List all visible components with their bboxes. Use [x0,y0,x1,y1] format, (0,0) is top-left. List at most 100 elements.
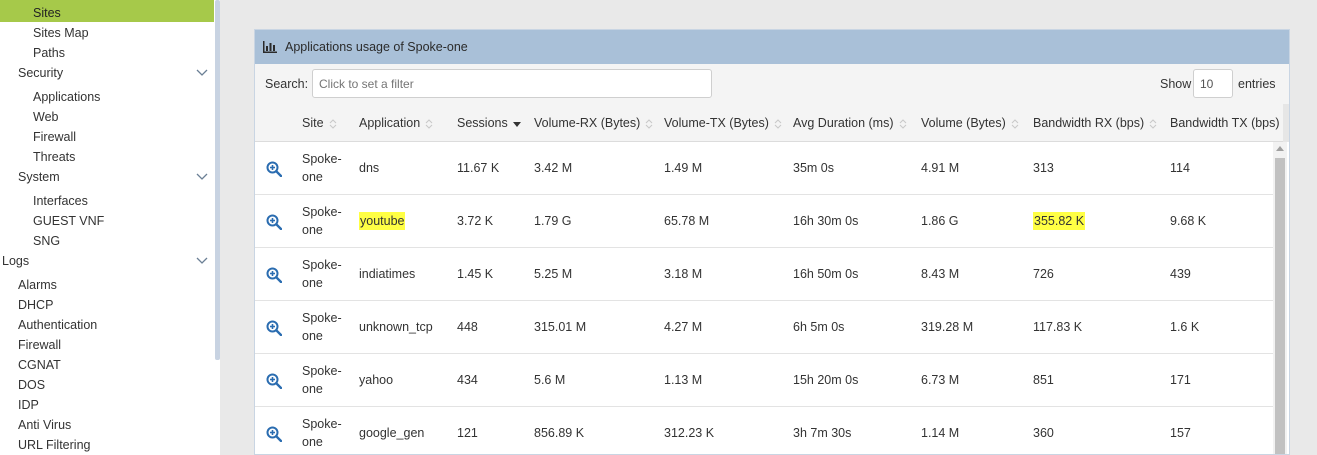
cell-value: 16h 30m 0s [793,214,859,228]
cell-value: Spoke-one [302,205,342,237]
cell-value: 439 [1170,267,1191,281]
zoom-in-icon[interactable] [266,320,282,336]
column-header-volume-tx[interactable]: Volume-TX (Bytes) [664,104,783,142]
cell-value: 6h 5m 0s [793,320,845,334]
scroll-up-arrow-icon[interactable] [1276,146,1284,151]
sidebar-item-sites[interactable]: Sites [0,0,214,22]
cell-value: Spoke-one [302,152,342,184]
table-row[interactable]: Spoke-one google_gen 121 856.89 K 312.23 K 3h… [255,407,1273,454]
table-row[interactable]: Spoke-one youtube 3.72 K 1.79 G 65.78 M 16h 3… [255,195,1273,248]
sort-both-icon[interactable] [1148,117,1158,131]
sort-both-icon[interactable] [644,117,654,131]
sort-both-icon[interactable] [1010,117,1020,131]
sidebar-item-interfaces[interactable]: Interfaces [0,191,214,211]
cell-avg-duration: 3h 7m 30s [793,407,851,454]
zoom-in-icon[interactable] [266,373,282,389]
sidebar-item-label: System [18,170,60,184]
sort-both-icon[interactable] [328,117,338,131]
column-header-label: Application [359,116,421,130]
cell-value: 121 [457,426,478,440]
cell-volume-tx: 1.49 M [664,142,702,194]
table-row[interactable]: Spoke-one indiatimes 1.45 K 5.25 M 3.18 M 16h… [255,248,1273,301]
sidebar-item-label: Security [18,66,64,80]
cell-application: dns [359,142,379,194]
sort-both-icon[interactable] [773,117,783,131]
sidebar-item-cgnat[interactable]: CGNAT [0,355,214,375]
sidebar-item-anti-virus[interactable]: Anti Virus [0,415,214,435]
sidebar-item-web[interactable]: Web [0,107,214,127]
cell-bandwidth-rx: 360 [1033,407,1054,454]
cell-sessions: 3.72 K [457,195,493,247]
zoom-in-icon[interactable] [266,214,282,230]
cell-bandwidth-tx: 157 [1170,407,1191,454]
cell-application: youtube [359,195,406,247]
chevron-down-icon[interactable] [196,256,208,266]
sort-both-icon[interactable] [898,117,908,131]
sidebar-item-alarms[interactable]: Alarms [0,275,214,295]
table-row[interactable]: Spoke-one unknown_tcp 448 315.01 M 4.27 M 6h … [255,301,1273,354]
column-header-sessions[interactable]: Sessions [457,104,522,142]
chevron-down-icon[interactable] [196,172,208,182]
cell-volume-rx: 315.01 M [534,301,586,353]
column-header-volume[interactable]: Volume (Bytes) [921,104,1020,142]
sort-descending-icon[interactable] [512,117,522,131]
cell-volume-rx: 856.89 K [534,407,584,454]
sidebar-item-threats[interactable]: Threats [0,147,214,167]
table-toolbar: Search: Show entries [255,64,1289,104]
sidebar-item-idp[interactable]: IDP [0,395,214,415]
column-header-volume-rx[interactable]: Volume-RX (Bytes) [534,104,654,142]
cell-bandwidth-tx: 439 [1170,248,1191,300]
column-header-label: Volume-RX (Bytes) [534,116,641,130]
cell-bandwidth-rx: 313 [1033,142,1054,194]
cell-value: indiatimes [359,267,416,281]
sidebar-item-url-filtering[interactable]: URL Filtering [0,435,214,455]
sidebar-scrollbar[interactable] [215,0,220,360]
zoom-in-icon[interactable] [266,426,282,442]
search-input[interactable] [312,69,712,98]
table-vertical-scrollbar[interactable] [1273,142,1287,454]
column-header-site[interactable]: Site [302,104,338,142]
sidebar-item-logs[interactable]: Logs [0,251,214,271]
sort-both-icon[interactable] [424,117,434,131]
sidebar-item-dos[interactable]: DOS [0,375,214,395]
sidebar-item-label: Sites Map [33,26,89,40]
applications-usage-panel: Applications usage of Spoke-one Search: … [254,29,1290,455]
header-scroll-gutter [1283,104,1289,142]
entries-count-input[interactable] [1193,69,1233,98]
column-header-application[interactable]: Application [359,104,434,142]
sidebar-item-authentication[interactable]: Authentication [0,315,214,335]
cell-volume: 6.73 M [921,354,959,406]
column-header-avg-duration[interactable]: Avg Duration (ms) [793,104,908,142]
sidebar-item-label: Anti Virus [18,418,72,432]
show-label: Show [1160,77,1192,91]
sidebar-item-firewall[interactable]: Firewall [0,335,214,355]
zoom-in-icon[interactable] [266,267,282,283]
sidebar-item-applications[interactable]: Applications [0,87,214,107]
column-header-bandwidth-tx[interactable]: Bandwidth TX (bps) [1170,104,1289,142]
cell-value: 1.45 K [457,267,494,281]
cell-value: Spoke-one [302,311,342,343]
sidebar-item-security[interactable]: Security [0,63,214,83]
cell-site: Spoke-one [302,150,348,190]
sidebar-item-sites-map[interactable]: Sites Map [0,23,214,43]
table-row[interactable]: Spoke-one dns 11.67 K 3.42 M 1.49 M 35m 0s 4.9… [255,142,1273,195]
sidebar-item-label: Authentication [18,318,98,332]
chevron-down-icon[interactable] [196,68,208,78]
zoom-in-icon[interactable] [266,161,282,177]
sidebar-item-paths[interactable]: Paths [0,43,214,63]
sidebar-item-guest-vnf[interactable]: GUEST VNF [0,211,214,231]
column-header-bandwidth-rx[interactable]: Bandwidth RX (bps) [1033,104,1158,142]
cell-avg-duration: 16h 50m 0s [793,248,858,300]
search-label: Search: [265,77,309,91]
cell-value: 8.43 M [921,267,960,281]
cell-bandwidth-rx: 117.83 K [1033,301,1082,353]
sidebar-item-sng[interactable]: SNG [0,231,214,251]
cell-value: 851 [1033,373,1054,387]
sidebar-item-dhcp[interactable]: DHCP [0,295,214,315]
scrollbar-thumb[interactable] [1275,158,1285,454]
cell-value: Spoke-one [302,258,342,290]
sidebar-item-firewall[interactable]: Firewall [0,127,214,147]
sidebar-item-system[interactable]: System [0,167,214,187]
sidebar-item-label: SNG [33,234,61,248]
table-row[interactable]: Spoke-one yahoo 434 5.6 M 1.13 M 15h 20m 0s 6.… [255,354,1273,407]
